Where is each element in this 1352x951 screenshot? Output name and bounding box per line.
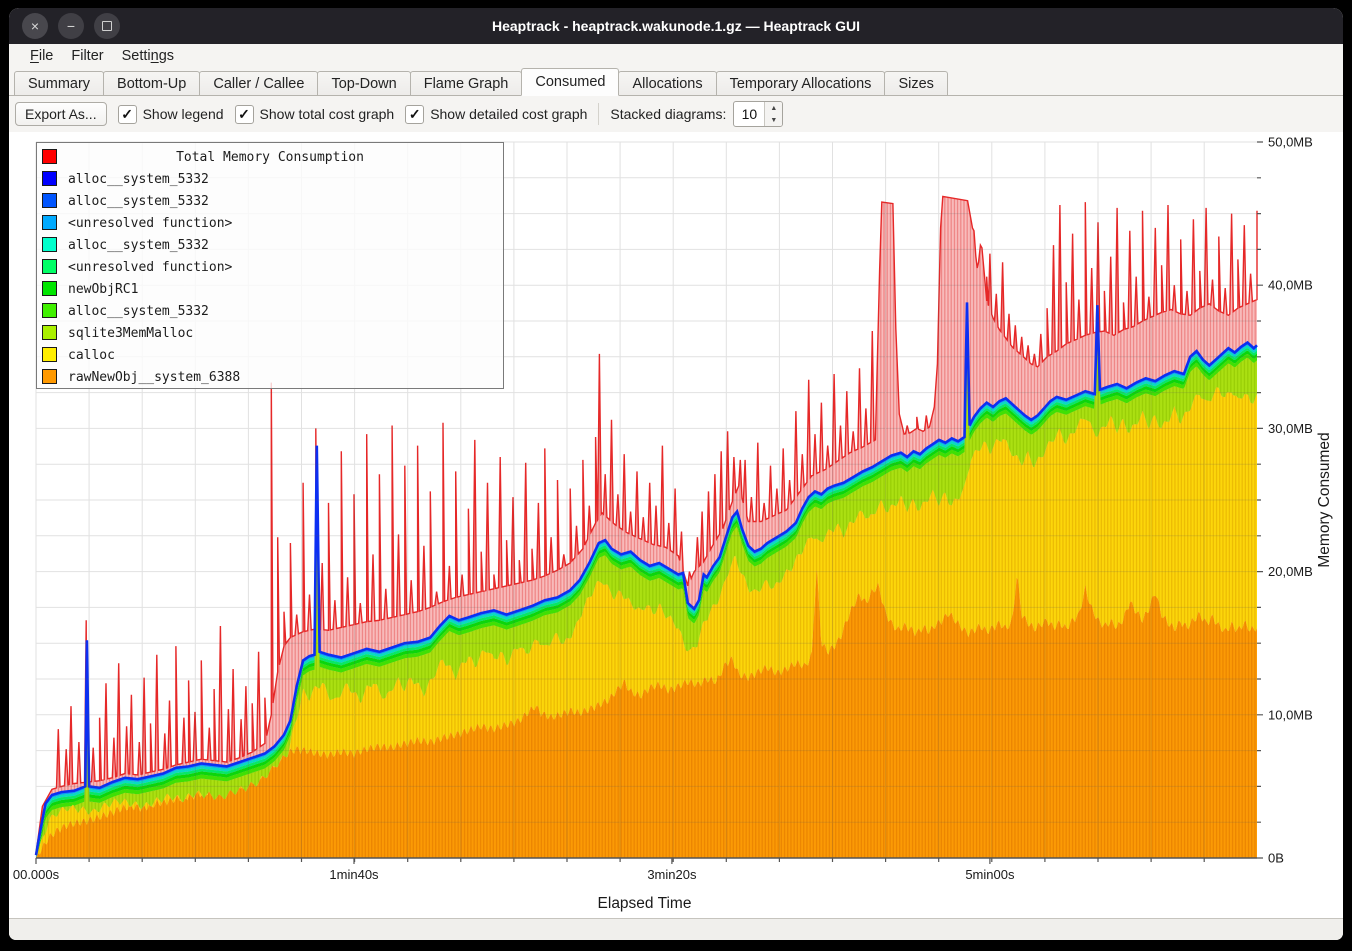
tab-consumed[interactable]: Consumed [521, 68, 619, 96]
legend-label: sqlite3MemMalloc [68, 326, 193, 341]
svg-text:00.000s: 00.000s [13, 867, 60, 882]
legend-swatch [42, 193, 57, 208]
checkbox-label: Show detailed cost graph [430, 106, 587, 122]
legend-swatch [42, 303, 57, 318]
window-title: Heaptrack - heaptrack.wakunode.1.gz — He… [9, 18, 1343, 34]
svg-text:5min00s: 5min00s [965, 867, 1015, 882]
legend-swatch [42, 171, 57, 186]
checkbox-checked-icon: ✓ [118, 105, 137, 124]
legend-label: alloc__system_5332 [68, 172, 209, 187]
legend-label: alloc__system_5332 [68, 304, 209, 319]
tab-flame-graph[interactable]: Flame Graph [410, 71, 523, 95]
heaptrack-window: × − Heaptrack - heaptrack.wakunode.1.gz … [9, 8, 1343, 940]
legend-item: alloc__system_5332 [37, 234, 503, 256]
legend-label: <unresolved function> [68, 260, 232, 275]
status-bar [9, 918, 1343, 940]
legend-swatch [42, 281, 57, 296]
checkbox-label: Show total cost graph [260, 106, 395, 122]
spinbox-value: 10 [734, 102, 764, 126]
tab-allocations[interactable]: Allocations [618, 71, 716, 95]
legend-item: calloc [37, 344, 503, 366]
svg-text:Memory Consumed: Memory Consumed [1316, 432, 1333, 567]
checkbox-label: Show legend [143, 106, 224, 122]
tab-temporary-allocations[interactable]: Temporary Allocations [716, 71, 886, 95]
legend-label: alloc__system_5332 [68, 194, 209, 209]
spin-down-icon[interactable]: ▼ [765, 114, 782, 126]
tab-top-down[interactable]: Top-Down [317, 71, 410, 95]
show-total-cost-checkbox[interactable]: ✓ Show total cost graph [235, 105, 395, 124]
svg-text:1min40s: 1min40s [329, 867, 379, 882]
show-legend-checkbox[interactable]: ✓ Show legend [118, 105, 224, 124]
legend-item: sqlite3MemMalloc [37, 322, 503, 344]
svg-text:20,0MB: 20,0MB [1268, 564, 1313, 579]
legend-swatch [42, 215, 57, 230]
legend-label: <unresolved function> [68, 216, 232, 231]
checkbox-checked-icon: ✓ [235, 105, 254, 124]
legend-item: newObjRC1 [37, 278, 503, 300]
legend-label: Total Memory Consumption [37, 150, 503, 165]
show-detailed-cost-checkbox[interactable]: ✓ Show detailed cost graph [405, 105, 587, 124]
menu-settings[interactable]: Settings [113, 48, 183, 64]
legend-item: rawNewObj__system_6388 [37, 366, 503, 388]
svg-text:3min20s: 3min20s [647, 867, 697, 882]
legend-label: rawNewObj__system_6388 [68, 370, 240, 385]
legend-swatch [42, 149, 57, 164]
legend-swatch [42, 237, 57, 252]
title-bar[interactable]: × − Heaptrack - heaptrack.wakunode.1.gz … [9, 8, 1343, 44]
legend-item: alloc__system_5332 [37, 190, 503, 212]
menu-file[interactable]: File [21, 48, 62, 64]
legend-item: alloc__system_5332 [37, 300, 503, 322]
export-as-button[interactable]: Export As... [15, 102, 107, 126]
tab-summary[interactable]: Summary [14, 71, 104, 95]
legend-swatch [42, 369, 57, 384]
legend-swatch [42, 259, 57, 274]
menu-filter[interactable]: Filter [62, 48, 112, 64]
tab-bar: SummaryBottom-UpCaller / CalleeTop-DownF… [9, 68, 1343, 96]
legend-title-row: Total Memory Consumption [37, 146, 503, 168]
toolbar-separator [598, 103, 599, 125]
legend-item: <unresolved function> [37, 212, 503, 234]
tab-caller-callee[interactable]: Caller / Callee [199, 71, 318, 95]
svg-text:Elapsed Time: Elapsed Time [598, 895, 692, 912]
legend-label: calloc [68, 348, 115, 363]
legend-swatch [42, 347, 57, 362]
tab-bottom-up[interactable]: Bottom-Up [103, 71, 200, 95]
stacked-diagrams-label: Stacked diagrams: [610, 106, 726, 122]
spin-up-icon[interactable]: ▲ [765, 102, 782, 114]
svg-text:10,0MB: 10,0MB [1268, 707, 1313, 722]
menu-bar: FileFilterSettings [9, 44, 1343, 68]
legend-swatch [42, 325, 57, 340]
memory-chart[interactable]: 00.000s 1min40s 3min20s 5min00s 0B 10,0MB 20,0… [9, 132, 1343, 918]
toolbar: Export As... ✓ Show legend ✓ Show total … [9, 96, 1343, 132]
svg-text:0B: 0B [1268, 851, 1284, 866]
legend-label: alloc__system_5332 [68, 238, 209, 253]
svg-text:40,0MB: 40,0MB [1268, 278, 1313, 293]
svg-text:30,0MB: 30,0MB [1268, 421, 1313, 436]
legend-item: <unresolved function> [37, 256, 503, 278]
checkbox-checked-icon: ✓ [405, 105, 424, 124]
legend-label: newObjRC1 [68, 282, 138, 297]
svg-text:50,0MB: 50,0MB [1268, 135, 1313, 150]
tab-sizes[interactable]: Sizes [884, 71, 947, 95]
stacked-diagrams-spinbox[interactable]: 10 ▲ ▼ [733, 101, 783, 127]
chart-legend: Total Memory Consumption alloc__system_53… [36, 142, 504, 389]
legend-item: alloc__system_5332 [37, 168, 503, 190]
